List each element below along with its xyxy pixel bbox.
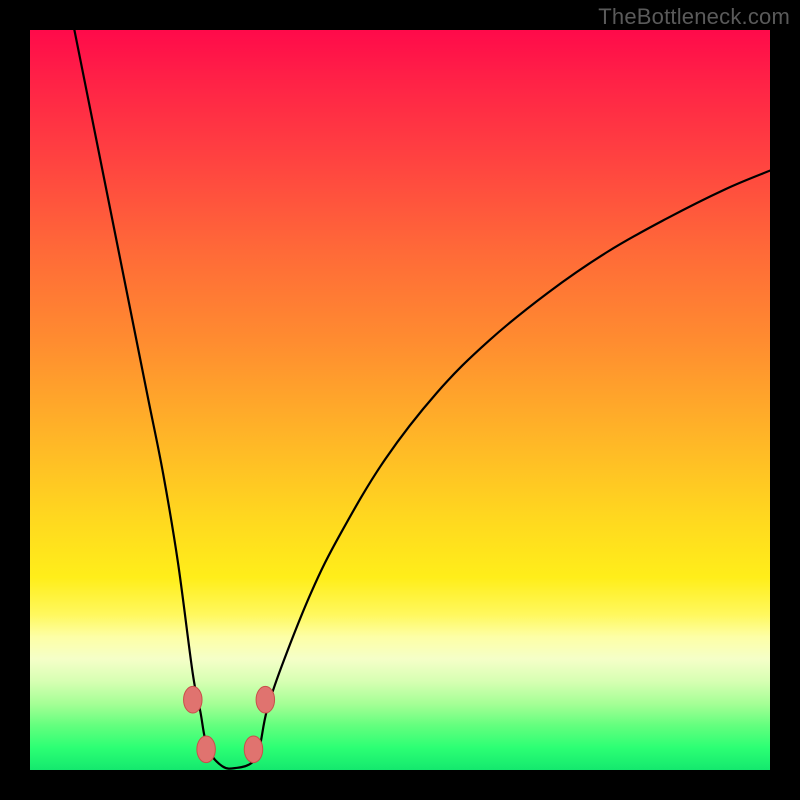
plot-area <box>30 30 770 770</box>
curve-layer <box>30 30 770 770</box>
valley-marker <box>184 686 203 713</box>
valley-marker <box>244 736 262 763</box>
watermark-text: TheBottleneck.com <box>598 4 790 30</box>
bottleneck-curve <box>74 30 770 769</box>
valley-marker <box>197 736 216 763</box>
valley-markers <box>184 686 275 762</box>
chart-frame: TheBottleneck.com <box>0 0 800 800</box>
valley-marker <box>256 686 275 713</box>
